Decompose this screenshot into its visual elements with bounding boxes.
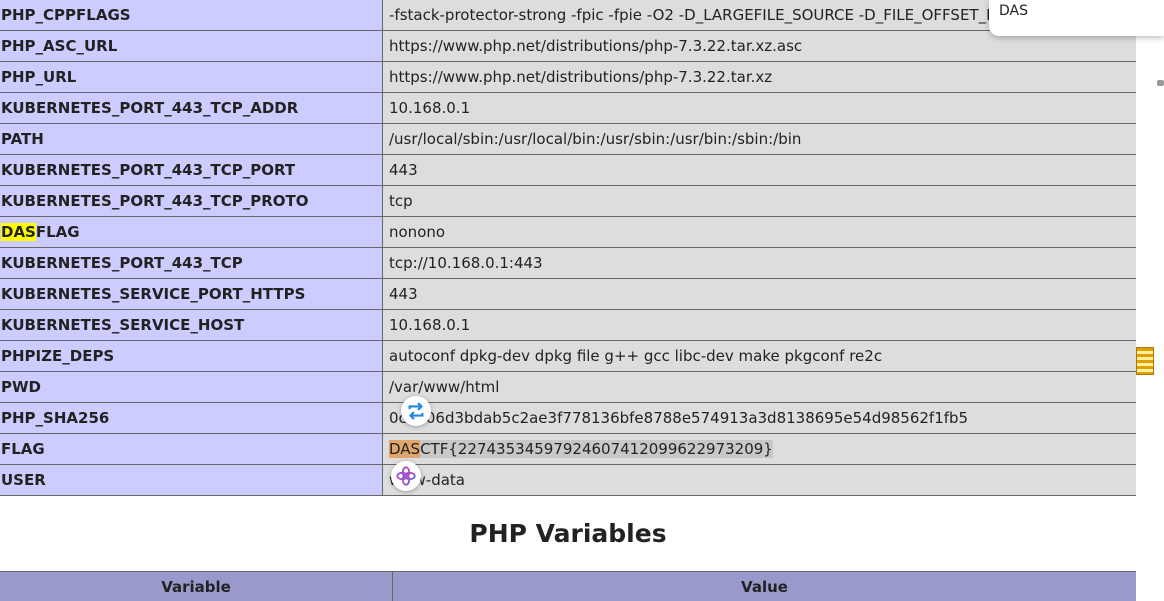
env-value: 443 — [383, 155, 1137, 186]
env-key: FLAG — [0, 434, 383, 465]
table-row: KUBERNETES_PORT_443_TCP tcp://10.168.0.1… — [0, 248, 1136, 279]
ai-assistant-button[interactable] — [391, 461, 421, 491]
environment-table: PHP_CPPFLAGS -fstack-protector-strong -f… — [0, 0, 1136, 496]
search-match-marker — [1136, 347, 1154, 375]
env-value: 443 — [383, 279, 1137, 310]
env-key: PHPIZE_DEPS — [0, 341, 383, 372]
table-row: KUBERNETES_PORT_443_TCP_PROTO tcp — [0, 186, 1136, 217]
table-row: PHP_SHA256 0c0306d3bdab5c2ae3f778136bfe8… — [0, 403, 1136, 434]
env-value[interactable]: DASCTF{22743534597924607412099622973209} — [383, 434, 1137, 465]
env-key: USER — [0, 465, 383, 496]
env-key: KUBERNETES_PORT_443_TCP_ADDR — [0, 93, 383, 124]
selected-flag-text[interactable]: DASCTF{22743534597924607412099622973209} — [389, 440, 773, 458]
scrollbar-thumb[interactable] — [1157, 80, 1164, 86]
table-row: PHP_URL https://www.php.net/distribution… — [0, 62, 1136, 93]
find-query-text[interactable]: DAS — [999, 3, 1028, 19]
openai-knot-icon — [395, 465, 417, 487]
table-row: KUBERNETES_SERVICE_HOST 10.168.0.1 — [0, 310, 1136, 341]
env-key: PHP_URL — [0, 62, 383, 93]
env-value: /var/www/html — [383, 372, 1137, 403]
env-key: PATH — [0, 124, 383, 155]
table-row: DASFLAG nonono — [0, 217, 1136, 248]
env-value: 0c0306d3bdab5c2ae3f778136bfe8788e574913a… — [383, 403, 1137, 434]
env-value: 10.168.0.1 — [383, 310, 1137, 341]
table-row: PHP_CPPFLAGS -fstack-protector-strong -f… — [0, 0, 1136, 31]
find-in-page-popup[interactable]: DAS — [989, 0, 1164, 36]
env-value: /usr/local/sbin:/usr/local/bin:/usr/sbin… — [383, 124, 1137, 155]
env-value: https://www.php.net/distributions/php-7.… — [383, 62, 1137, 93]
env-key: PWD — [0, 372, 383, 403]
section-title: PHP Variables — [0, 516, 1136, 552]
table-row: KUBERNETES_SERVICE_PORT_HTTPS 443 — [0, 279, 1136, 310]
env-key: KUBERNETES_SERVICE_HOST — [0, 310, 383, 341]
env-key: KUBERNETES_PORT_443_TCP — [0, 248, 383, 279]
env-key: DASFLAG — [0, 217, 383, 248]
env-key: KUBERNETES_PORT_443_TCP_PORT — [0, 155, 383, 186]
search-match-active-highlight: DAS — [389, 440, 420, 458]
translate-button[interactable] — [401, 396, 431, 426]
table-row: PHP_ASC_URL https://www.php.net/distribu… — [0, 31, 1136, 62]
env-key: PHP_SHA256 — [0, 403, 383, 434]
env-value: 10.168.0.1 — [383, 93, 1137, 124]
env-value: tcp://10.168.0.1:443 — [383, 248, 1137, 279]
php-variables-table: Variable Value — [0, 571, 1136, 601]
env-key: PHP_CPPFLAGS — [0, 0, 383, 31]
table-row: KUBERNETES_PORT_443_TCP_PORT 443 — [0, 155, 1136, 186]
table-header-row: Variable Value — [0, 572, 1136, 601]
table-row: USER www-data — [0, 465, 1136, 496]
table-row: KUBERNETES_PORT_443_TCP_ADDR 10.168.0.1 — [0, 93, 1136, 124]
env-key: PHP_ASC_URL — [0, 31, 383, 62]
scrollbar-track[interactable] — [1136, 0, 1164, 600]
search-match-highlight: DAS — [1, 223, 36, 241]
env-key: KUBERNETES_PORT_443_TCP_PROTO — [0, 186, 383, 217]
env-value: autoconf dpkg-dev dpkg file g++ gcc libc… — [383, 341, 1137, 372]
table-row: PWD /var/www/html — [0, 372, 1136, 403]
env-key: KUBERNETES_SERVICE_PORT_HTTPS — [0, 279, 383, 310]
env-value: www-data — [383, 465, 1137, 496]
table-row: PATH /usr/local/sbin:/usr/local/bin:/usr… — [0, 124, 1136, 155]
env-key-rest: FLAG — [36, 223, 80, 241]
env-value: tcp — [383, 186, 1137, 217]
column-header-value: Value — [393, 572, 1137, 601]
repeat-arrows-icon — [405, 400, 427, 422]
env-value: nonono — [383, 217, 1137, 248]
flag-value-rest: CTF{22743534597924607412099622973209} — [420, 440, 773, 458]
table-row: FLAG DASCTF{2274353459792460741209962297… — [0, 434, 1136, 465]
column-header-variable: Variable — [0, 572, 393, 601]
table-row: PHPIZE_DEPS autoconf dpkg-dev dpkg file … — [0, 341, 1136, 372]
